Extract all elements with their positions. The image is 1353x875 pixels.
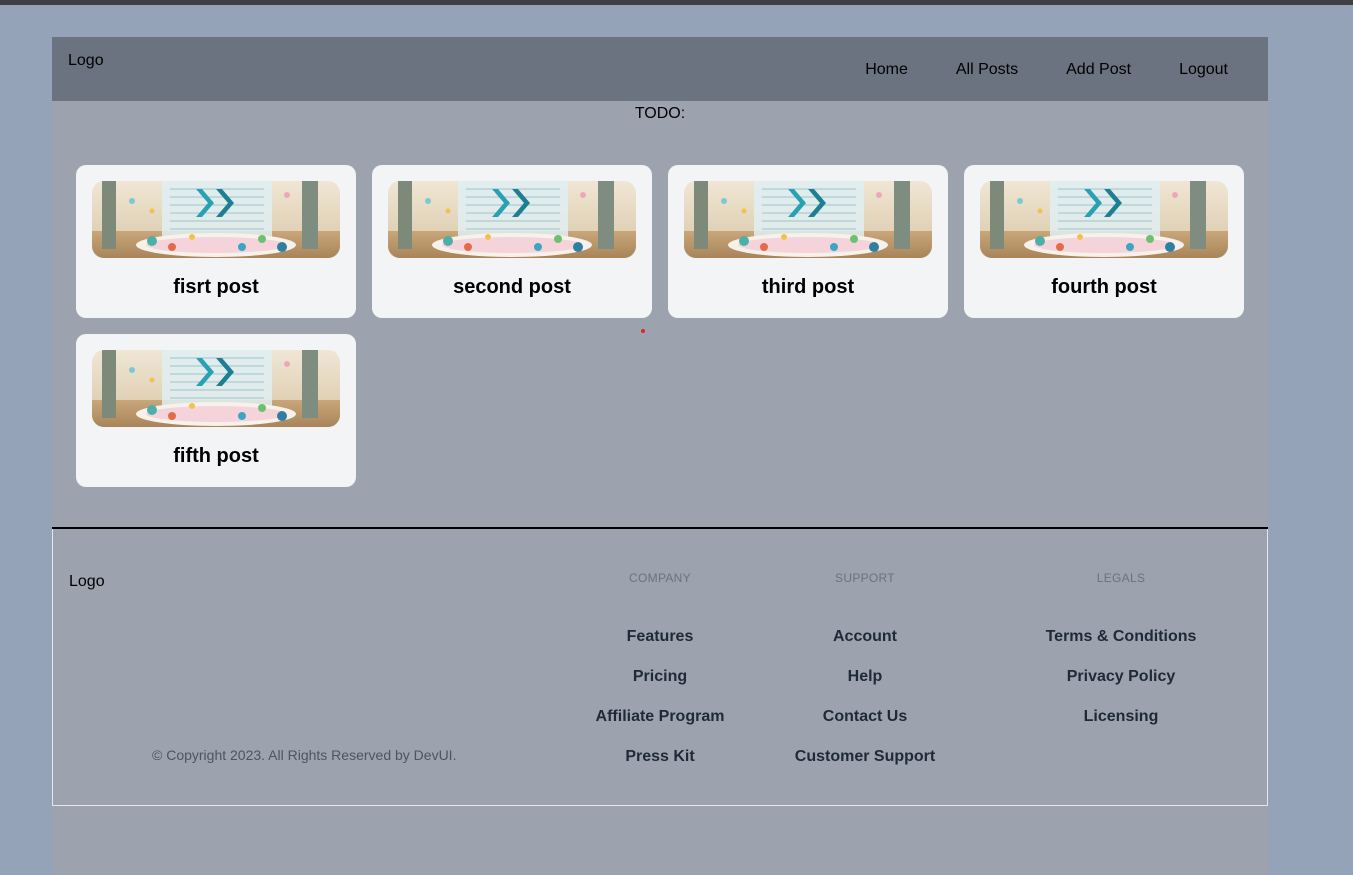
todo-label: TODO:: [634, 105, 686, 122]
footer-column-support: SUPPORT Account Help Contact Us Customer…: [745, 571, 985, 787]
footer-link-features[interactable]: Features: [540, 627, 780, 667]
footer-column-heading: COMPANY: [629, 571, 691, 585]
footer-logo[interactable]: Logo: [69, 573, 105, 591]
post-card-4[interactable]: fourth post: [964, 165, 1244, 318]
footer-link-privacy-policy[interactable]: Privacy Policy: [1001, 667, 1241, 707]
post-thumbnail-image: [92, 181, 340, 258]
footer-column-heading: SUPPORT: [835, 571, 895, 585]
footer-link-licensing[interactable]: Licensing: [1001, 707, 1241, 747]
footer-link-terms-conditions[interactable]: Terms & Conditions: [1001, 627, 1241, 667]
post-title: second post: [453, 276, 571, 298]
nav-logout-link[interactable]: Logout: [1179, 61, 1228, 79]
footer-link-affiliate-program[interactable]: Affiliate Program: [540, 707, 780, 747]
nav-all-posts-link[interactable]: All Posts: [956, 61, 1018, 79]
post-thumbnail-image: [92, 350, 340, 427]
post-title: fisrt post: [173, 276, 259, 298]
copyright-text: © Copyright 2023. All Rights Reserved by…: [152, 747, 457, 763]
footer-column-heading: LEGALS: [1096, 571, 1146, 585]
nav-links: Home All Posts Add Post Logout: [865, 61, 1228, 79]
post-title: third post: [761, 276, 855, 298]
post-thumbnail-image: [980, 181, 1228, 258]
nav-home-link[interactable]: Home: [865, 61, 908, 79]
post-card-1[interactable]: fisrt post: [76, 165, 356, 318]
footer-link-pricing[interactable]: Pricing: [540, 667, 780, 707]
page-container: Logo Home All Posts Add Post Logout TODO…: [52, 37, 1268, 875]
browser-top-edge: [0, 0, 1353, 5]
post-card-3[interactable]: third post: [668, 165, 948, 318]
footer-link-account[interactable]: Account: [745, 627, 985, 667]
post-title: fifth post: [173, 445, 259, 467]
navbar: Logo Home All Posts Add Post Logout: [52, 37, 1268, 101]
footer-column-company: COMPANY Features Pricing Affiliate Progr…: [540, 571, 780, 787]
navbar-logo[interactable]: Logo: [68, 52, 104, 70]
post-card-2[interactable]: second post: [372, 165, 652, 318]
footer-link-help[interactable]: Help: [745, 667, 985, 707]
footer-column-legals: LEGALS Terms & Conditions Privacy Policy…: [1001, 571, 1241, 747]
footer-link-press-kit[interactable]: Press Kit: [540, 747, 780, 787]
red-dot-marker: [641, 329, 645, 333]
nav-add-post-link[interactable]: Add Post: [1066, 61, 1131, 79]
post-thumbnail-image: [388, 181, 636, 258]
footer: Logo © Copyright 2023. All Rights Reserv…: [52, 529, 1268, 806]
footer-link-customer-support[interactable]: Customer Support: [745, 747, 985, 787]
footer-link-contact-us[interactable]: Contact Us: [745, 707, 985, 747]
post-card-5[interactable]: fifth post: [76, 334, 356, 487]
post-title: fourth post: [1051, 276, 1157, 298]
post-thumbnail-image: [684, 181, 932, 258]
